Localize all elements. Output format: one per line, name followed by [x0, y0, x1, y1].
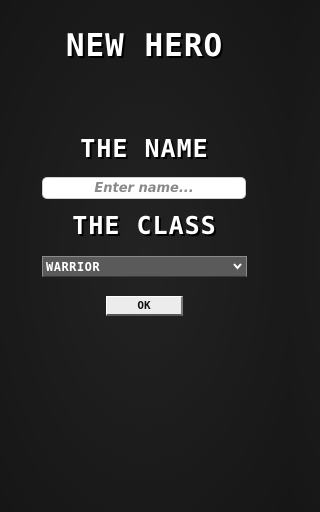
class-select-value: WARRIOR [46, 259, 101, 274]
name-section-label: THE NAME [80, 134, 209, 163]
page-title: NEW HERO [65, 28, 224, 64]
chevron-down-icon [232, 262, 242, 272]
hero-class-select[interactable]: WARRIOR [42, 256, 247, 277]
class-section-label: THE CLASS [72, 211, 217, 240]
ok-button[interactable]: OK [106, 296, 183, 316]
hero-name-input[interactable] [42, 177, 246, 199]
